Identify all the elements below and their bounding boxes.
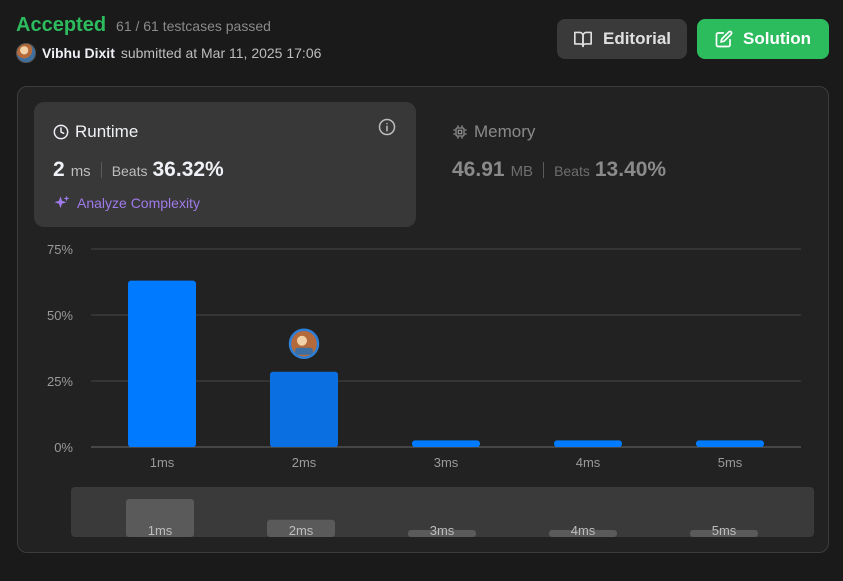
x-tick-label: 4ms (576, 455, 601, 470)
y-tick-label: 0% (54, 440, 73, 455)
y-tick-label: 25% (47, 374, 73, 389)
mini-chart: 1ms 2ms 3ms 4ms 5ms (126, 499, 758, 537)
x-tick-label: 1ms (150, 455, 175, 470)
submitted-timestamp: submitted at Mar 11, 2025 17:06 (120, 45, 322, 61)
solution-button[interactable]: Solution (697, 19, 829, 59)
mini-tick-label: 5ms (712, 523, 737, 537)
chart-range-slider[interactable]: 1ms 2ms 3ms 4ms 5ms (71, 487, 814, 537)
status-accepted: Accepted (16, 14, 107, 36)
bar[interactable] (128, 280, 196, 447)
testcases-passed: 61 / 61 testcases passed (116, 18, 271, 34)
bar[interactable] (412, 440, 480, 447)
user-name[interactable]: Vibhu Dixit (42, 45, 115, 61)
performance-panel: Runtime 2 ms Beats 36.32% Analyze Comple… (17, 86, 829, 553)
mini-tick-label: 2ms (289, 523, 314, 537)
mini-tick-label: 1ms (148, 523, 173, 537)
solution-label: Solution (743, 29, 811, 48)
editorial-label: Editorial (602, 29, 671, 48)
mini-tick-label: 3ms (430, 523, 455, 537)
x-tick-label: 5ms (718, 455, 743, 470)
y-tick-label: 50% (47, 308, 73, 323)
editorial-button[interactable]: Editorial (557, 19, 687, 59)
edit-icon (715, 30, 733, 48)
y-tick-label: 75% (47, 242, 73, 257)
x-tick-label: 2ms (292, 455, 317, 470)
runtime-distribution-chart: 0% 25% 50% 75% 1ms 2ms 3ms 4ms 5ms (47, 242, 801, 470)
bar[interactable] (696, 440, 764, 447)
submission-header: Accepted 61 / 61 testcases passed Vibhu … (16, 14, 829, 66)
mini-tick-label: 4ms (571, 523, 596, 537)
user-avatar-shirt (295, 347, 313, 355)
book-open-icon (573, 31, 592, 48)
user-avatar-face (297, 335, 307, 346)
bar[interactable] (554, 440, 622, 447)
x-tick-label: 3ms (434, 455, 459, 470)
avatar[interactable] (16, 43, 36, 63)
bar[interactable] (270, 371, 338, 447)
